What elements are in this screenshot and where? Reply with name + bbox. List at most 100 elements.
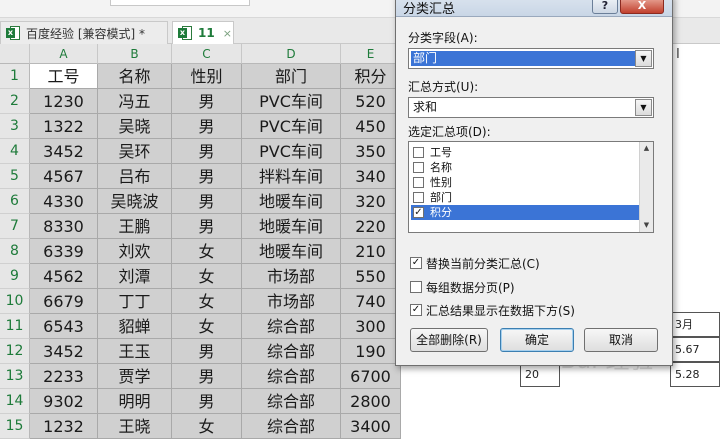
table-cell[interactable]: 6700	[341, 364, 401, 389]
table-cell[interactable]: 吴环	[98, 139, 172, 164]
row-header-10[interactable]: 10	[0, 289, 30, 314]
table-cell[interactable]: 女	[172, 264, 242, 289]
table-cell[interactable]: 1232	[30, 414, 98, 439]
table-cell[interactable]: 丁丁	[98, 289, 172, 314]
column-header-c[interactable]: C	[172, 44, 242, 64]
column-header-b[interactable]: B	[98, 44, 172, 64]
remove-all-button[interactable]: 全部删除(R)	[410, 328, 488, 352]
table-cell[interactable]: 女	[172, 314, 242, 339]
table-cell[interactable]: 4567	[30, 164, 98, 189]
select-all-corner[interactable]	[0, 44, 30, 64]
header-cell[interactable]: 部门	[242, 64, 341, 89]
row-header-4[interactable]: 4	[0, 139, 30, 164]
tab-11-workbook[interactable]: x 11 ×	[172, 21, 234, 44]
table-cell[interactable]: 2800	[341, 389, 401, 414]
item-checkbox[interactable]	[413, 162, 424, 173]
scroll-down-icon[interactable]: ▼	[640, 219, 653, 232]
row-header-7[interactable]: 7	[0, 214, 30, 239]
list-item-xingbie[interactable]: 性别	[411, 175, 639, 190]
table-cell[interactable]: 2233	[30, 364, 98, 389]
close-tab-icon[interactable]: ×	[223, 27, 232, 40]
table-cell[interactable]: 210	[341, 239, 401, 264]
ok-button[interactable]: 确定	[500, 328, 574, 352]
option-checkbox[interactable]	[410, 281, 422, 293]
subtotal-items-list[interactable]: 工号 名称 性别 部门 ✓ 积分 ▲ ▼	[408, 141, 654, 233]
table-cell[interactable]: 吕布	[98, 164, 172, 189]
table-cell[interactable]: 综合部	[242, 414, 341, 439]
table-cell[interactable]: 地暖车间	[242, 189, 341, 214]
table-cell[interactable]: 3452	[30, 339, 98, 364]
table-cell[interactable]: 综合部	[242, 364, 341, 389]
row-header-12[interactable]: 12	[0, 339, 30, 364]
table-cell[interactable]: 6679	[30, 289, 98, 314]
row-header-6[interactable]: 6	[0, 189, 30, 214]
table-cell[interactable]: 350	[341, 139, 401, 164]
row-header-5[interactable]: 5	[0, 164, 30, 189]
table-cell[interactable]: 220	[341, 214, 401, 239]
table-cell[interactable]: 3月	[670, 312, 720, 337]
table-cell[interactable]: 4330	[30, 189, 98, 214]
formula-bar-fragment[interactable]	[110, 0, 250, 6]
tab-baidu-workbook[interactable]: x 百度经验 [兼容模式] *	[0, 21, 168, 44]
table-cell[interactable]: 男	[172, 89, 242, 114]
table-cell[interactable]: 男	[172, 389, 242, 414]
table-cell[interactable]: 王晓	[98, 414, 172, 439]
table-cell[interactable]: 6339	[30, 239, 98, 264]
table-cell[interactable]: 6543	[30, 314, 98, 339]
table-cell[interactable]: 3400	[341, 414, 401, 439]
table-cell[interactable]: 1230	[30, 89, 98, 114]
item-checkbox[interactable]	[413, 177, 424, 188]
table-cell[interactable]: 市场部	[242, 264, 341, 289]
table-cell[interactable]: 男	[172, 164, 242, 189]
row-header-1[interactable]: 1	[0, 64, 30, 89]
table-cell[interactable]: PVC车间	[242, 139, 341, 164]
method-combobox[interactable]: 求和 ▼	[408, 97, 654, 118]
option-checkbox[interactable]: ✓	[410, 304, 422, 316]
column-header-d[interactable]: D	[242, 44, 341, 64]
table-cell[interactable]: PVC车间	[242, 114, 341, 139]
table-cell[interactable]: 吴晓	[98, 114, 172, 139]
header-cell[interactable]: 积分	[341, 64, 401, 89]
chevron-down-icon[interactable]: ▼	[635, 99, 652, 116]
table-cell[interactable]: 貂蝉	[98, 314, 172, 339]
table-cell[interactable]: 男	[172, 189, 242, 214]
table-cell[interactable]: 男	[172, 139, 242, 164]
table-cell[interactable]: 男	[172, 114, 242, 139]
list-item-bumen[interactable]: 部门	[411, 190, 639, 205]
field-combobox[interactable]: 部门 ▼	[408, 48, 654, 69]
table-cell[interactable]: 女	[172, 414, 242, 439]
table-cell[interactable]: 明明	[98, 389, 172, 414]
table-cell[interactable]: 340	[341, 164, 401, 189]
table-cell[interactable]: 贾学	[98, 364, 172, 389]
row-header-2[interactable]: 2	[0, 89, 30, 114]
row-header-11[interactable]: 11	[0, 314, 30, 339]
table-cell[interactable]: 8330	[30, 214, 98, 239]
column-header-a[interactable]: A	[30, 44, 98, 64]
cancel-button[interactable]: 取消	[584, 328, 658, 352]
table-cell[interactable]: 740	[341, 289, 401, 314]
table-cell[interactable]: 地暖车间	[242, 239, 341, 264]
row-header-15[interactable]: 15	[0, 414, 30, 439]
close-button[interactable]: X	[620, 0, 664, 14]
row-header-3[interactable]: 3	[0, 114, 30, 139]
table-cell[interactable]: PVC车间	[242, 89, 341, 114]
header-cell[interactable]: 性别	[172, 64, 242, 89]
item-checkbox[interactable]	[413, 192, 424, 203]
row-header-14[interactable]: 14	[0, 389, 30, 414]
table-cell[interactable]: 男	[172, 339, 242, 364]
scroll-up-icon[interactable]: ▲	[640, 142, 653, 155]
table-cell[interactable]: 520	[341, 89, 401, 114]
table-cell[interactable]: 550	[341, 264, 401, 289]
table-cell[interactable]: 男	[172, 364, 242, 389]
table-cell[interactable]: 男	[172, 214, 242, 239]
table-cell[interactable]: 3452	[30, 139, 98, 164]
row-header-13[interactable]: 13	[0, 364, 30, 389]
table-cell[interactable]: 吴晓波	[98, 189, 172, 214]
table-cell[interactable]: 9302	[30, 389, 98, 414]
list-item-gonghao[interactable]: 工号	[411, 145, 639, 160]
table-cell[interactable]: 女	[172, 289, 242, 314]
table-cell[interactable]: 300	[341, 314, 401, 339]
table-cell[interactable]: 1322	[30, 114, 98, 139]
table-cell[interactable]: 王鹏	[98, 214, 172, 239]
table-cell[interactable]: 女	[172, 239, 242, 264]
